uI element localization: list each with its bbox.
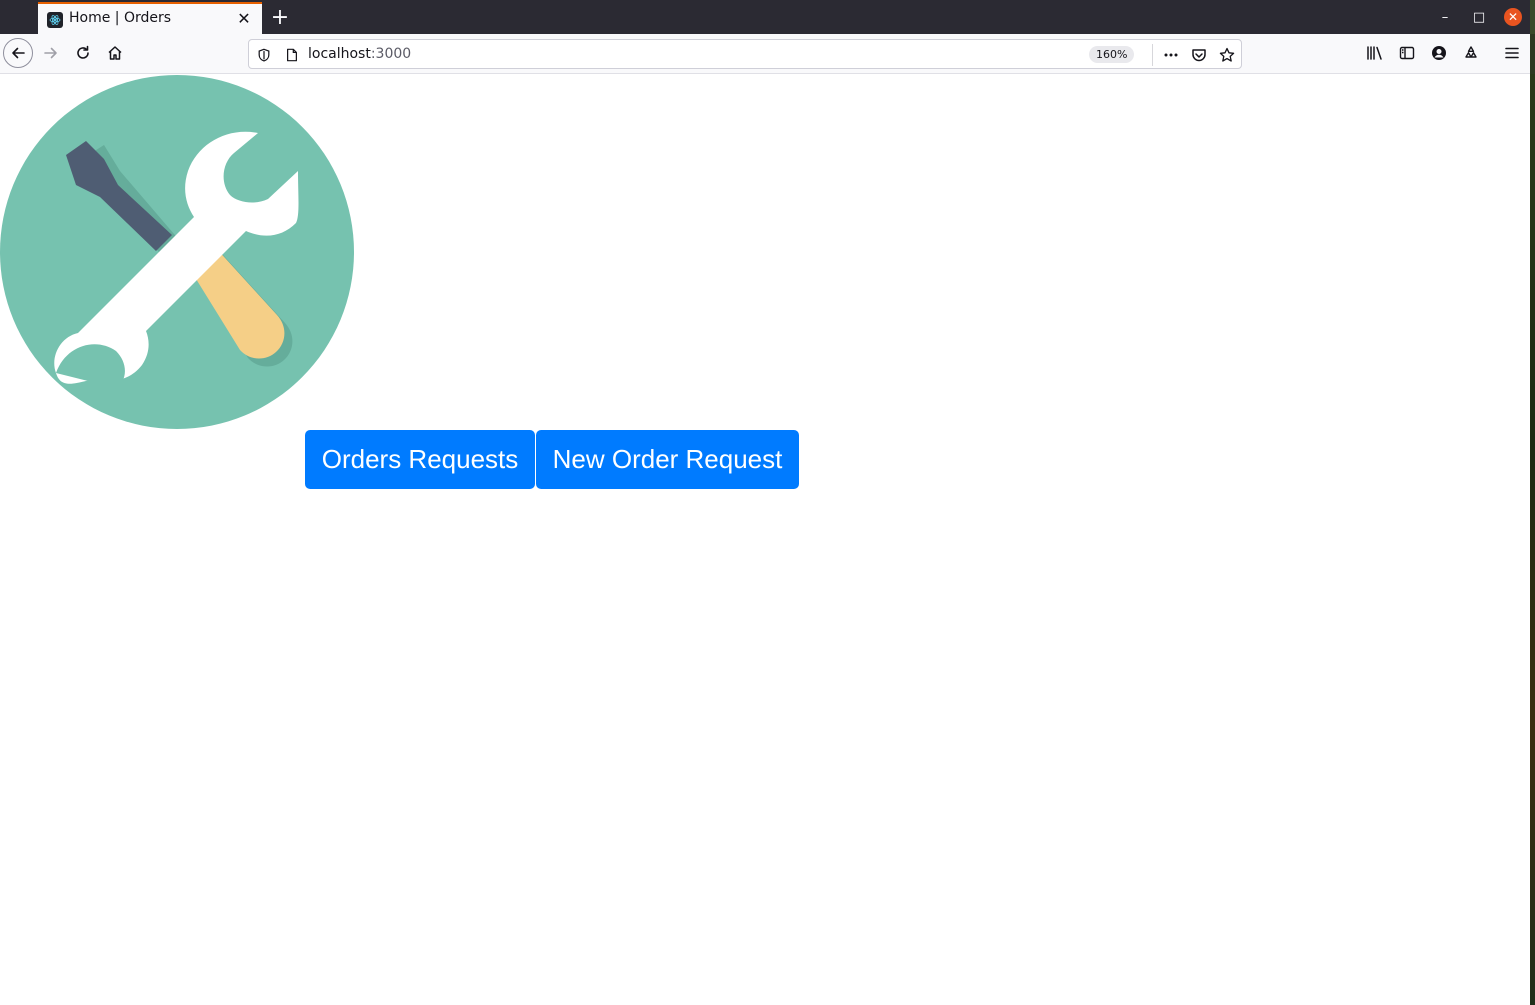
forward-arrow-icon[interactable] (36, 38, 66, 68)
page-icon[interactable] (281, 44, 303, 66)
tab-strip: Home | Orders ✕ + – □ ✕ (0, 0, 1535, 34)
tab-close-icon[interactable]: ✕ (234, 8, 254, 28)
pocket-icon[interactable] (1188, 44, 1210, 66)
sidebar-icon[interactable] (1392, 38, 1422, 68)
react-atom-icon (47, 12, 63, 28)
library-icon[interactable] (1360, 38, 1390, 68)
desktop-edge (1530, 34, 1535, 74)
back-arrow-icon[interactable] (3, 38, 33, 68)
divider (1152, 44, 1153, 66)
browser-tab[interactable]: Home | Orders ✕ (38, 2, 262, 34)
hamburger-menu-icon[interactable] (1497, 38, 1527, 68)
home-icon[interactable] (100, 38, 130, 68)
url-port: :3000 (370, 46, 412, 62)
account-icon[interactable] (1424, 38, 1454, 68)
tab-title: Home | Orders (69, 10, 172, 26)
minimize-button[interactable]: – (1436, 8, 1454, 26)
maximize-button[interactable]: □ (1470, 8, 1488, 26)
url-text[interactable]: localhost:3000 (308, 46, 411, 62)
extension-icon[interactable] (1456, 38, 1486, 68)
orders-requests-button[interactable]: Orders Requests (305, 430, 535, 489)
new-order-request-button[interactable]: New Order Request (536, 430, 799, 489)
shield-icon[interactable] (253, 44, 275, 66)
bookmark-star-icon[interactable] (1216, 44, 1238, 66)
wrench-screwdriver-icon (0, 75, 354, 429)
reload-icon[interactable] (68, 38, 98, 68)
url-host: localhost (308, 46, 371, 62)
navigation-toolbar: localhost:3000 160% (0, 34, 1535, 74)
new-tab-button[interactable]: + (268, 4, 292, 30)
close-window-button[interactable]: ✕ (1504, 8, 1522, 26)
zoom-level-badge[interactable]: 160% (1089, 46, 1135, 63)
desktop-edge (1530, 74, 1535, 1005)
more-actions-icon[interactable] (1160, 44, 1182, 66)
address-bar[interactable]: localhost:3000 160% (248, 39, 1242, 69)
desktop-edge (1530, 0, 1535, 34)
